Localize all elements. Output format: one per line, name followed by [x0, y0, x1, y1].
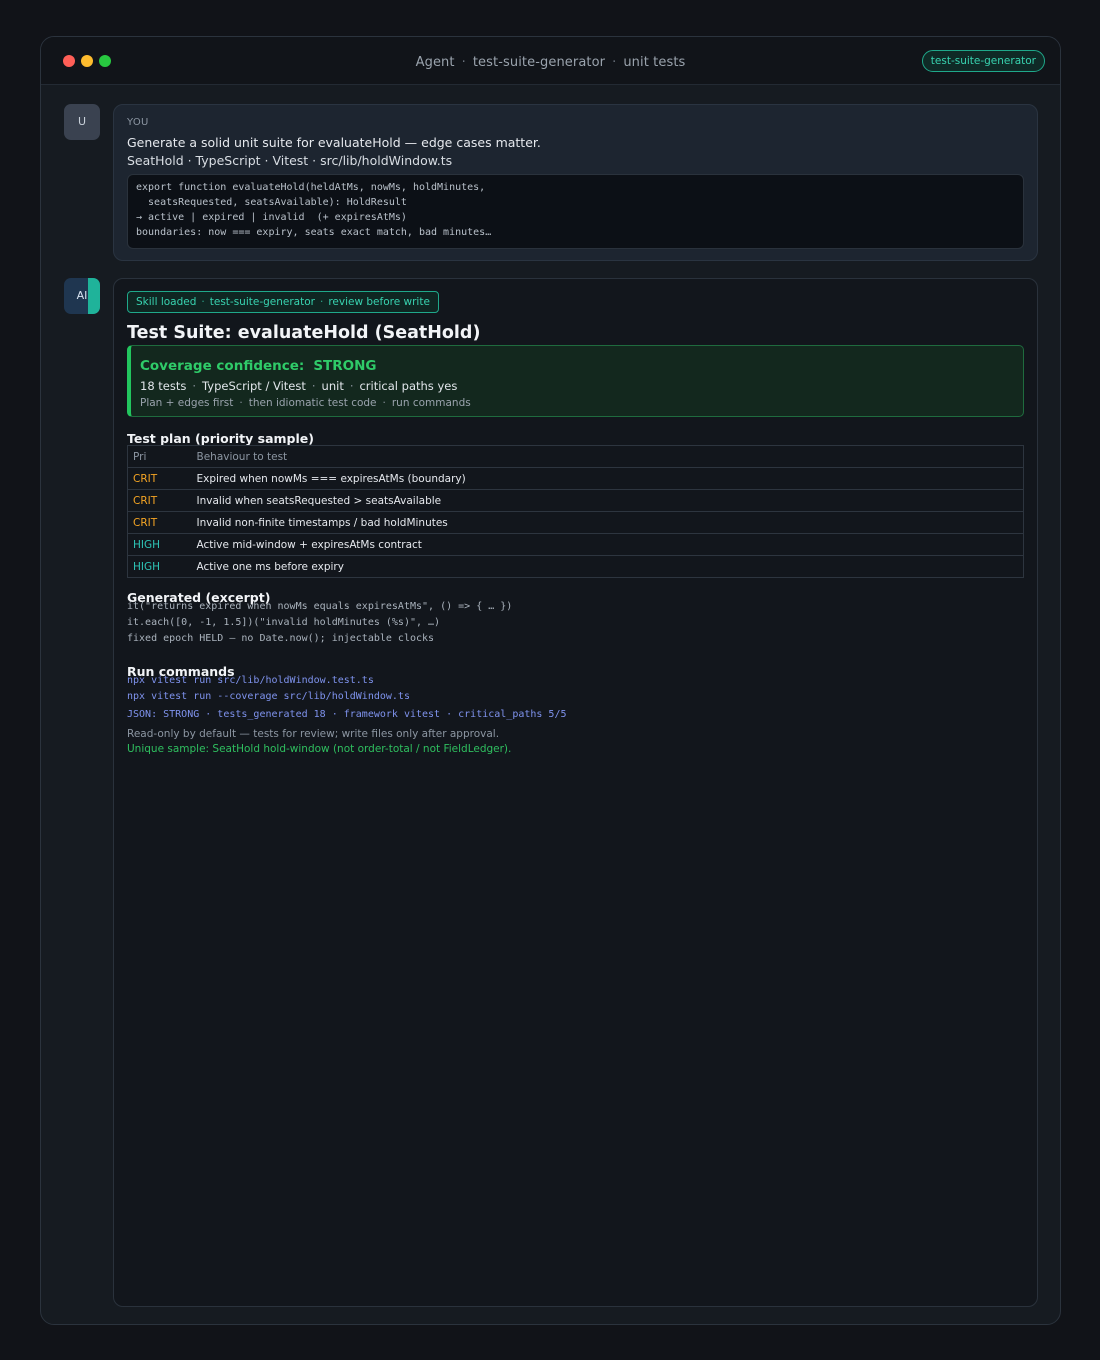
- plan-heading: Test plan (priority sample): [127, 431, 314, 446]
- coverage-stats: 18 tests · TypeScript / Vitest · unit · critic…: [140, 379, 458, 393]
- generated-code-line: it("returns expired when nowMs equals ex…: [127, 601, 513, 612]
- coverage-step: Plan + edges first: [140, 397, 234, 409]
- user-context: SeatHold · TypeScript · Vitest · src/lib…: [127, 153, 453, 168]
- sender-label: YOU: [127, 117, 149, 128]
- json-summary: JSON: STRONG · tests_generated 18 · fram…: [127, 709, 567, 720]
- coverage-stat: TypeScript / Vitest: [202, 379, 306, 393]
- coverage-label: Coverage confidence:: [140, 358, 305, 374]
- user-prompt: Generate a solid unit suite for evaluate…: [127, 135, 541, 150]
- priority-cell: HIGH: [127, 533, 192, 556]
- code-line: export function evaluateHold(heldAtMs, n…: [136, 182, 486, 193]
- priority-cell: CRIT: [127, 511, 192, 534]
- coverage-heading: Coverage confidence: STRONG: [140, 358, 377, 374]
- column-header: Pri: [127, 445, 192, 468]
- coverage-stat: critical paths yes: [359, 379, 458, 393]
- coverage-stat: unit: [321, 379, 344, 393]
- coverage-card: Coverage confidence: STRONG 18 tests · Type…: [127, 345, 1024, 417]
- code-line: boundaries: now === expiry, seats exact …: [136, 227, 492, 238]
- skill-tag-mode: review before write: [328, 296, 430, 308]
- ai-message: Skill loaded · test-suite-generator · review…: [113, 278, 1038, 1307]
- behaviour-cell: Active one ms before expiry: [191, 555, 1024, 578]
- ai-avatar-label: AI: [76, 289, 88, 302]
- table-row: HIGH Active one ms before expiry: [127, 555, 1024, 578]
- unique-sample-note: Unique sample: SeatHold hold-window (not…: [127, 743, 512, 755]
- generated-code-line: it.each([0, -1, 1.5])("invalid holdMinut…: [127, 617, 441, 628]
- priority-cell: CRIT: [127, 467, 192, 490]
- code-line: seatsRequested, seatsAvailable): HoldRes…: [136, 197, 407, 208]
- coverage-step: run commands: [391, 397, 471, 409]
- table-row: CRIT Expired when nowMs === expiresAtMs …: [127, 467, 1024, 490]
- test-plan-table: Pri Behaviour to test CRIT Expired when …: [127, 445, 1024, 578]
- coverage-step: then idiomatic test code: [248, 397, 377, 409]
- window-title: Agent · test-suite-generator · unit tests: [415, 55, 686, 70]
- skill-tag-name: test-suite-generator: [209, 296, 315, 308]
- title-agent: Agent: [415, 55, 455, 70]
- run-command[interactable]: npx vitest run src/lib/holdWindow.test.t…: [127, 675, 374, 686]
- ai-avatar-accent: [88, 278, 100, 314]
- skill-tag-status: Skill loaded: [136, 296, 197, 308]
- behaviour-cell: Expired when nowMs === expiresAtMs (boun…: [191, 467, 1024, 490]
- title-skill: test-suite-generator: [472, 55, 606, 70]
- code-line: → active | expired | invalid (+ expiresA…: [136, 212, 407, 223]
- suite-title: Test Suite: evaluateHold (SeatHold): [127, 323, 481, 343]
- coverage-stat: 18 tests: [140, 379, 187, 393]
- table-row: HIGH Active mid-window + expiresAtMs con…: [127, 533, 1024, 556]
- run-command[interactable]: npx vitest run --coverage src/lib/holdWi…: [127, 691, 410, 702]
- priority-cell: HIGH: [127, 555, 192, 578]
- column-header: Behaviour to test: [191, 445, 1024, 468]
- coverage-value: STRONG: [313, 358, 377, 374]
- agent-window: Agent · test-suite-generator · unit tests te…: [40, 36, 1061, 1325]
- user-message: YOU Generate a solid unit suite for eval…: [113, 104, 1038, 261]
- title-bar: Agent · test-suite-generator · unit tests te…: [41, 37, 1060, 85]
- title-mode: unit tests: [623, 55, 686, 70]
- priority-cell: CRIT: [127, 489, 192, 512]
- skill-pill[interactable]: test-suite-generator: [921, 50, 1045, 72]
- table-header-row: Pri Behaviour to test: [127, 445, 1024, 468]
- ai-avatar: AI: [64, 278, 100, 314]
- behaviour-cell: Active mid-window + expiresAtMs contract: [191, 533, 1024, 556]
- code-snippet: export function evaluateHold(heldAtMs, n…: [127, 174, 1024, 249]
- skill-loaded-tag: Skill loaded · test-suite-generator · review…: [127, 291, 439, 313]
- table-row: CRIT Invalid when seatsRequested > seats…: [127, 489, 1024, 512]
- coverage-subtext: Plan + edges first · then idiomatic test c…: [140, 397, 471, 409]
- behaviour-cell: Invalid when seatsRequested > seatsAvail…: [191, 489, 1024, 512]
- read-only-note: Read-only by default — tests for review;…: [127, 728, 500, 740]
- user-avatar: U: [64, 104, 100, 140]
- generated-code-line: fixed epoch HELD — no Date.now(); inject…: [127, 633, 435, 644]
- table-row: CRIT Invalid non-finite timestamps / bad…: [127, 511, 1024, 534]
- behaviour-cell: Invalid non-finite timestamps / bad hold…: [191, 511, 1024, 534]
